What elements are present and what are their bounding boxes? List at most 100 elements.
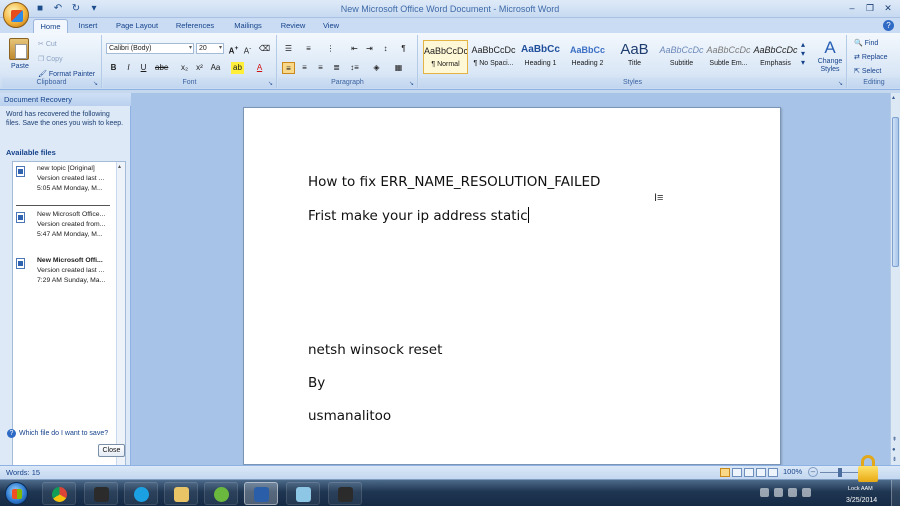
doc-line-5[interactable]: usmanalitoo <box>308 408 391 424</box>
shading-icon[interactable]: ◈ <box>370 62 383 74</box>
volume-icon[interactable] <box>802 488 811 497</box>
subscript-button[interactable]: x₂ <box>178 62 191 74</box>
document-page[interactable]: How to fix ERR_NAME_RESOLUTION_FAILED Fr… <box>243 107 781 465</box>
tab-review[interactable]: Review <box>276 19 310 33</box>
decrease-indent-icon[interactable]: ⇤ <box>348 43 361 55</box>
document-scrollbar[interactable]: ▴ ⇞ ● ⇟ <box>890 93 900 465</box>
tray-arrow-icon[interactable] <box>760 488 769 497</box>
paste-icon[interactable] <box>9 38 29 60</box>
superscript-button[interactable]: x² <box>193 62 206 74</box>
full-screen-reading-icon[interactable] <box>732 468 742 477</box>
format-painter-button[interactable]: 🖌 Format Painter <box>38 70 95 78</box>
styles-launcher-icon[interactable]: ↘ <box>838 80 845 87</box>
font-launcher-icon[interactable]: ↘ <box>268 80 275 87</box>
recovered-file-1[interactable]: new topic [Original] Version created las… <box>16 165 112 195</box>
doc-line-3[interactable]: netsh winsock reset <box>308 342 442 358</box>
align-left-icon[interactable]: ≡ <box>282 62 295 74</box>
bold-button[interactable]: B <box>107 62 120 74</box>
style-normal[interactable]: AaBbCcDc ¶ Normal <box>423 40 468 74</box>
maximize-icon[interactable]: ❐ <box>862 1 878 15</box>
font-size-combo[interactable]: 20 ▾ <box>196 43 224 54</box>
align-right-icon[interactable]: ≡ <box>314 62 327 74</box>
style-heading-2[interactable]: AaBbCc Heading 2 <box>565 40 610 74</box>
word-count[interactable]: Words: 15 <box>6 468 40 477</box>
help-link[interactable]: ? Which file do I want to save? <box>7 429 108 438</box>
paragraph-launcher-icon[interactable]: ↘ <box>409 80 416 87</box>
recovered-file-2[interactable]: New Microsoft Office... Version created … <box>16 211 112 241</box>
outline-icon[interactable] <box>756 468 766 477</box>
show-desktop-button[interactable] <box>891 480 900 506</box>
multilevel-list-icon[interactable]: ⋮ <box>324 43 337 55</box>
align-center-icon[interactable]: ≡ <box>298 62 311 74</box>
file-list-scrollbar[interactable]: ▴ ▾ <box>116 162 125 485</box>
change-styles-button[interactable]: A Change Styles <box>815 38 845 78</box>
start-button[interactable] <box>5 482 28 505</box>
scroll-up-icon[interactable]: ▴ <box>118 163 121 170</box>
replace-button[interactable]: ⇄ Replace <box>854 53 888 61</box>
explorer-taskbar-button[interactable] <box>164 482 198 505</box>
close-button[interactable]: Close <box>98 444 125 457</box>
tab-mailings[interactable]: Mailings <box>226 19 270 33</box>
recovered-file-3[interactable]: New Microsoft Offi... Version created la… <box>16 257 112 287</box>
font-name-combo[interactable]: Calibri (Body) ▾ <box>106 43 194 54</box>
chrome-taskbar-button[interactable] <box>42 482 76 505</box>
close-icon[interactable]: ✕ <box>880 1 896 15</box>
select-button[interactable]: ⇱ Select <box>854 67 881 75</box>
show-marks-icon[interactable]: ¶ <box>397 43 410 55</box>
sort-icon[interactable]: ↕ <box>379 43 392 55</box>
zoom-slider-thumb[interactable] <box>838 468 842 477</box>
style-heading-1[interactable]: AaBbCc Heading 1 <box>518 40 563 74</box>
change-case-button[interactable]: Aa <box>209 62 222 74</box>
minimize-icon[interactable]: – <box>844 1 860 15</box>
numbering-icon[interactable]: ≡ <box>302 43 315 55</box>
prev-page-icon[interactable]: ⇞ <box>892 436 897 443</box>
underline-button[interactable]: U <box>137 62 150 74</box>
network-icon[interactable] <box>788 488 797 497</box>
skype-taskbar-button[interactable] <box>124 482 158 505</box>
zoom-level[interactable]: 100% <box>783 467 802 476</box>
strikethrough-button[interactable]: abe <box>155 62 168 74</box>
media-taskbar-button[interactable] <box>84 482 118 505</box>
tab-page-layout[interactable]: Page Layout <box>110 19 164 33</box>
office-button[interactable] <box>3 2 29 28</box>
zoom-out-icon[interactable]: – <box>808 467 818 477</box>
style-subtitle[interactable]: AaBbCcDc Subtitle <box>659 40 704 74</box>
style-title[interactable]: AaB Title <box>612 40 657 74</box>
flag-icon[interactable] <box>774 488 783 497</box>
tab-references[interactable]: References <box>170 19 220 33</box>
copy-button[interactable]: ❐ Copy <box>38 55 63 63</box>
cut-button[interactable]: ✂ Cut <box>38 40 57 48</box>
scroll-up-icon[interactable]: ▴ <box>892 94 895 101</box>
app-taskbar-button[interactable] <box>286 482 320 505</box>
utorrent-taskbar-button[interactable] <box>204 482 238 505</box>
next-page-icon[interactable]: ⇟ <box>892 456 897 463</box>
app2-taskbar-button[interactable] <box>328 482 362 505</box>
style-emphasis[interactable]: AaBbCcDc Emphasis <box>753 40 798 74</box>
highlight-icon[interactable]: ab <box>231 62 244 74</box>
style-subtle-emphasis[interactable]: AaBbCcDc Subtle Em... <box>706 40 751 74</box>
doc-line-4[interactable]: By <box>308 375 325 391</box>
italic-button[interactable]: I <box>122 62 135 74</box>
paste-button[interactable]: Paste <box>11 63 29 70</box>
font-color-icon[interactable]: A <box>253 62 266 74</box>
tab-insert[interactable]: Insert <box>72 19 104 33</box>
justify-icon[interactable]: ≣ <box>330 62 343 74</box>
style-no-spacing[interactable]: AaBbCcDc ¶ No Spaci... <box>471 40 516 74</box>
scroll-thumb[interactable] <box>892 117 899 267</box>
grow-font-button[interactable]: A+ <box>227 43 240 56</box>
find-button[interactable]: 🔍 Find <box>854 39 878 47</box>
doc-line-1[interactable]: How to fix ERR_NAME_RESOLUTION_FAILED <box>308 174 600 190</box>
bullets-icon[interactable]: ☰ <box>282 43 295 55</box>
line-spacing-icon[interactable]: ↕≡ <box>348 62 361 74</box>
tab-home[interactable]: Home <box>33 19 68 33</box>
word-taskbar-button[interactable] <box>244 482 278 505</box>
tab-view[interactable]: View <box>316 19 346 33</box>
web-layout-icon[interactable] <box>744 468 754 477</box>
shrink-font-button[interactable]: A- <box>241 43 254 56</box>
help-icon[interactable]: ? <box>883 20 894 31</box>
clear-formatting-button[interactable]: ⌫ <box>258 43 271 55</box>
clipboard-launcher-icon[interactable]: ↘ <box>93 80 100 87</box>
browse-object-icon[interactable]: ● <box>892 447 896 453</box>
draft-icon[interactable] <box>768 468 778 477</box>
increase-indent-icon[interactable]: ⇥ <box>363 43 376 55</box>
